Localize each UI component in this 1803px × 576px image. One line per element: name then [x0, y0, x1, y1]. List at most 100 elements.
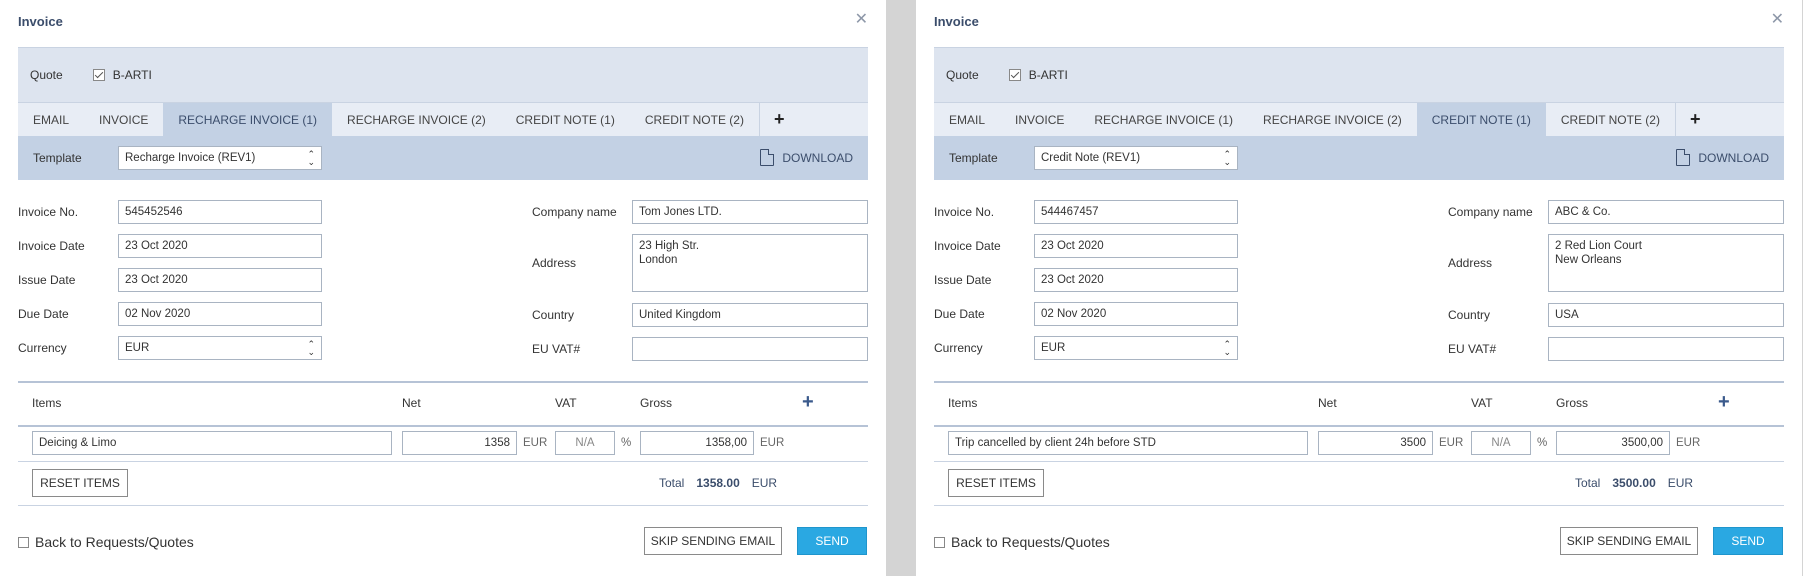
currency-row: Currency EUR ⌃ ⌄: [18, 336, 322, 360]
tab-recharge-invoice-2[interactable]: RECHARGE INVOICE (2): [1248, 103, 1417, 136]
close-icon[interactable]: ✕: [855, 12, 868, 28]
tab-email[interactable]: EMAIL: [18, 103, 84, 136]
chevron-updown-icon: ⌃ ⌄: [307, 339, 315, 357]
template-select[interactable]: Credit Note (REV1) ⌃ ⌄: [1034, 146, 1238, 170]
quote-ref: B-ARTI: [1028, 68, 1068, 82]
close-icon[interactable]: ✕: [1771, 12, 1784, 28]
tab-credit-note-2[interactable]: CREDIT NOTE (2): [630, 103, 759, 136]
tab-recharge-invoice-2[interactable]: RECHARGE INVOICE (2): [332, 103, 501, 136]
currency-row: Currency EUR ⌃ ⌄: [934, 336, 1238, 360]
quote-checkbox[interactable]: [92, 69, 105, 81]
col-gross: Gross: [1556, 396, 1589, 410]
item-gross-field[interactable]: 1358,00: [640, 431, 754, 455]
vat-field[interactable]: [632, 337, 868, 361]
tab-email[interactable]: EMAIL: [934, 103, 1000, 136]
invoice-panel-1: Invoice ✕ Quote B-ARTI EMAIL INVOICE RECHA…: [0, 0, 886, 576]
total-label: Total: [659, 476, 685, 490]
item-net-unit: EUR: [523, 437, 548, 449]
country-field[interactable]: United Kingdom: [632, 303, 868, 327]
download-button[interactable]: DOWNLOAD: [760, 149, 853, 166]
items-separator-row: [18, 461, 868, 462]
vat-label: EU VAT#: [1448, 342, 1497, 356]
send-button[interactable]: SEND: [1713, 527, 1783, 555]
item-description-field[interactable]: Deicing & Limo: [32, 431, 392, 455]
tab-list: EMAIL INVOICE RECHARGE INVOICE (1) RECHARGE…: [934, 103, 1675, 136]
vat-row: EU VAT#: [1448, 337, 1784, 361]
company-field[interactable]: ABC & Co.: [1548, 200, 1784, 224]
items-separator-top: [18, 381, 868, 383]
template-label: Template: [33, 151, 82, 165]
item-gross-unit: EUR: [1676, 437, 1701, 449]
reset-items-button[interactable]: RESET ITEMS: [32, 469, 128, 497]
add-tab-icon[interactable]: +: [1674, 103, 1715, 136]
tab-credit-note-1[interactable]: CREDIT NOTE (1): [501, 103, 630, 136]
address-field[interactable]: 2 Red Lion Court New Orleans: [1548, 234, 1784, 292]
invoice-date-row: Invoice Date 23 Oct 2020: [18, 234, 322, 258]
item-net-group: 3500 EUR: [1318, 431, 1463, 455]
template-value: Credit Note (REV1): [1041, 152, 1141, 164]
tab-credit-note-2[interactable]: CREDIT NOTE (2): [1546, 103, 1675, 136]
total-currency: EUR: [1667, 476, 1694, 490]
currency-select[interactable]: EUR ⌃ ⌄: [1034, 336, 1238, 360]
tab-recharge-invoice-1[interactable]: RECHARGE INVOICE (1): [163, 103, 333, 136]
col-gross: Gross: [640, 396, 673, 410]
tab-invoice[interactable]: INVOICE: [1000, 103, 1079, 136]
send-button[interactable]: SEND: [797, 527, 867, 555]
items-separator-top: [934, 381, 1784, 383]
item-gross-field[interactable]: 3500,00: [1556, 431, 1670, 455]
total-value: 3500.00: [1612, 476, 1656, 490]
currency-select[interactable]: EUR ⌃ ⌄: [118, 336, 322, 360]
col-vat: VAT: [1471, 396, 1493, 410]
tab-invoice[interactable]: INVOICE: [84, 103, 163, 136]
stage: Invoice ✕ Quote B-ARTI EMAIL INVOICE RECHA…: [0, 0, 1803, 576]
issue-date-field[interactable]: 23 Oct 2020: [1034, 268, 1238, 292]
country-label: Country: [532, 308, 575, 322]
item-gross-unit: EUR: [760, 437, 785, 449]
address-field[interactable]: 23 High Str. London: [632, 234, 868, 292]
invoice-no-field[interactable]: 544467457: [1034, 200, 1238, 224]
col-vat: VAT: [555, 396, 577, 410]
company-row: Company name ABC & Co.: [1448, 200, 1784, 224]
item-net-field[interactable]: 1358: [402, 431, 517, 455]
add-item-icon[interactable]: +: [802, 392, 814, 412]
currency-value: EUR: [125, 342, 150, 354]
back-to-requests-checkbox[interactable]: Back to Requests/Quotes: [934, 534, 1110, 550]
issue-date-row: Issue Date 23 Oct 2020: [18, 268, 322, 292]
tab-recharge-invoice-1[interactable]: RECHARGE INVOICE (1): [1079, 103, 1248, 136]
quote-ref: B-ARTI: [112, 68, 152, 82]
invoice-no-field[interactable]: 545452546: [118, 200, 322, 224]
company-field[interactable]: Tom Jones LTD.: [632, 200, 868, 224]
reset-items-button[interactable]: RESET ITEMS: [948, 469, 1044, 497]
chevron-updown-icon: ⌃ ⌄: [1223, 339, 1231, 357]
issue-date-field[interactable]: 23 Oct 2020: [118, 268, 322, 292]
item-description-field[interactable]: Trip cancelled by client 24h before STD: [948, 431, 1308, 455]
country-row: Country United Kingdom: [532, 303, 868, 327]
vat-row: EU VAT#: [532, 337, 868, 361]
total-value: 1358.00: [696, 476, 740, 490]
due-date-field[interactable]: 02 Nov 2020: [118, 302, 322, 326]
item-net-field[interactable]: 3500: [1318, 431, 1433, 455]
issue-date-label: Issue Date: [18, 273, 76, 287]
skip-sending-email-button[interactable]: SKIP SENDING EMAIL: [1560, 527, 1698, 555]
tab-credit-note-1[interactable]: CREDIT NOTE (1): [1416, 103, 1546, 136]
due-date-field[interactable]: 02 Nov 2020: [1034, 302, 1238, 326]
country-field[interactable]: USA: [1548, 303, 1784, 327]
footer-separator: [934, 505, 1784, 506]
item-vat-field[interactable]: N/A: [555, 431, 615, 455]
invoice-date-field[interactable]: 23 Oct 2020: [118, 234, 322, 258]
add-item-icon[interactable]: +: [1718, 392, 1730, 412]
items-separator-head: [934, 425, 1784, 427]
download-button[interactable]: DOWNLOAD: [1676, 149, 1769, 166]
quote-checkbox[interactable]: [1008, 69, 1021, 81]
due-date-row: Due Date 02 Nov 2020: [18, 302, 322, 326]
invoice-date-field[interactable]: 23 Oct 2020: [1034, 234, 1238, 258]
items-separator-row: [934, 461, 1784, 462]
back-to-requests-checkbox[interactable]: Back to Requests/Quotes: [18, 534, 194, 550]
skip-sending-email-button[interactable]: SKIP SENDING EMAIL: [644, 527, 782, 555]
template-select[interactable]: Recharge Invoice (REV1) ⌃ ⌄: [118, 146, 322, 170]
item-vat-field[interactable]: N/A: [1471, 431, 1531, 455]
vat-field[interactable]: [1548, 337, 1784, 361]
invoice-no-row: Invoice No. 545452546: [18, 200, 322, 224]
add-tab-icon[interactable]: +: [758, 103, 799, 136]
pdf-icon: [760, 149, 775, 166]
